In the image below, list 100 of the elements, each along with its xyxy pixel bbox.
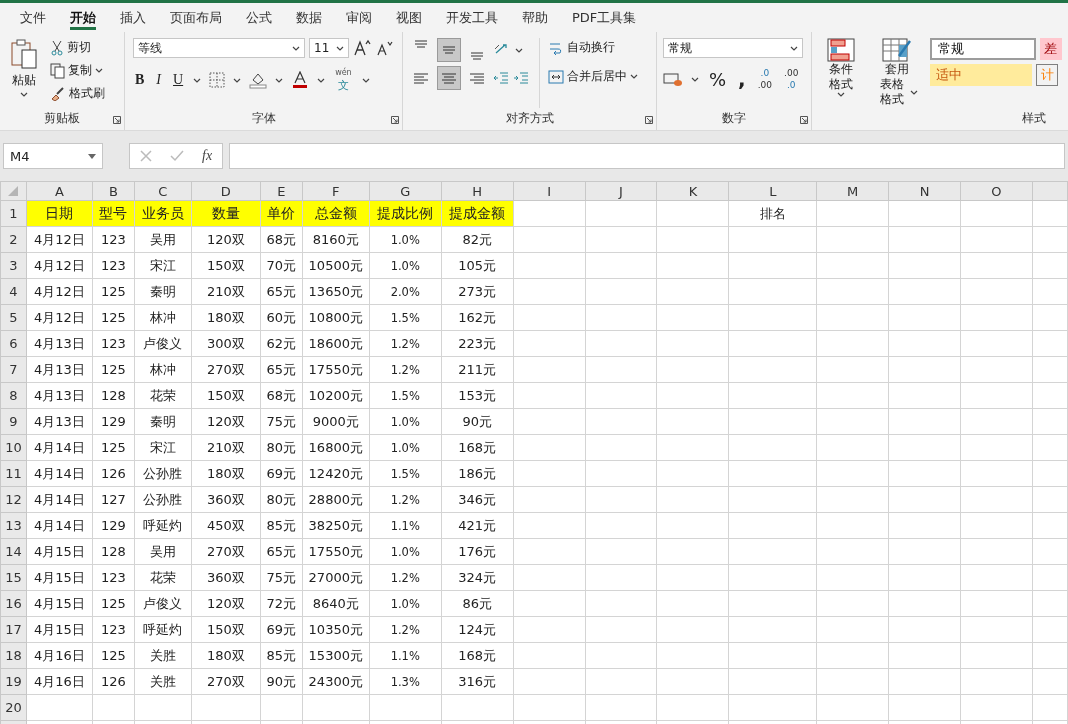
cut-button[interactable]: 剪切 [48,38,107,57]
table-cell: 呼延灼 [134,616,192,643]
column-header[interactable]: K [656,181,729,201]
increase-indent-icon[interactable] [513,70,529,86]
column-header[interactable]: D [191,181,261,201]
column-header[interactable]: C [134,181,192,201]
check-icon[interactable] [170,150,184,162]
row-header[interactable]: 3 [0,252,27,279]
column-header[interactable]: I [513,181,586,201]
merge-cells-icon [548,69,564,84]
name-box[interactable]: M4 [3,143,103,169]
ribbon-tab[interactable]: 视图 [384,3,434,32]
decrease-indent-icon[interactable] [493,70,509,86]
underline-button[interactable]: U [171,71,186,89]
insert-function-button[interactable]: fx [202,148,213,164]
comma-style-button[interactable]: , [736,66,748,92]
row-header[interactable]: 13 [0,512,27,539]
formula-input[interactable] [229,143,1065,169]
table-cell: 公孙胜 [134,460,192,487]
row-header[interactable]: 5 [0,304,27,331]
table-cell: 150双 [191,616,261,643]
ribbon-tab[interactable]: PDF工具集 [560,3,649,32]
column-header[interactable]: J [585,181,657,201]
select-all-icon[interactable] [8,185,19,196]
row-header[interactable]: 14 [0,538,27,565]
column-header[interactable]: M [816,181,889,201]
column-header[interactable]: H [441,181,514,201]
conditional-format-button[interactable]: 条件格式 [818,38,865,108]
table-cell: 18600元 [302,330,370,357]
cancel-icon[interactable] [140,150,152,162]
ribbon-tab[interactable]: 插入 [108,3,158,32]
row-header[interactable]: 19 [0,668,27,695]
align-center-button[interactable] [437,66,461,90]
merge-center-button[interactable]: 合并后居中 [546,67,640,86]
dialog-launcher-icon[interactable] [391,116,399,124]
column-header[interactable]: O [960,181,1033,201]
number-format-dropdown[interactable]: 常规 [663,38,803,58]
row-header[interactable]: 7 [0,356,27,383]
cell-style-button[interactable]: 常规 [930,38,1036,60]
row-header[interactable]: 17 [0,616,27,643]
format-as-table-button[interactable]: 套用 表格格式 [870,38,924,108]
ribbon-tab[interactable]: 开始 [58,3,108,32]
ribbon-tab[interactable]: 帮助 [510,3,560,32]
grow-font-icon[interactable] [353,39,371,57]
column-header[interactable]: B [92,181,135,201]
ribbon-tab[interactable]: 数据 [284,3,334,32]
column-header[interactable]: G [369,181,442,201]
table-cell: 卢俊义 [134,330,192,357]
row-header[interactable]: 9 [0,408,27,435]
column-header[interactable]: F [302,181,370,201]
table-cell: 1.2% [369,356,442,383]
table-cell: 1.0% [369,538,442,565]
row-header[interactable]: 15 [0,564,27,591]
ribbon-tab[interactable]: 文件 [8,3,58,32]
dialog-launcher-icon[interactable] [800,116,808,124]
scissors-icon [50,39,64,56]
increase-decimal-button[interactable]: .0 .00 [755,67,775,91]
row-header[interactable]: 1 [0,200,27,227]
borders-icon[interactable] [209,72,226,88]
bold-button[interactable]: B [133,71,147,89]
row-header[interactable]: 8 [0,382,27,409]
row-header[interactable]: 10 [0,434,27,461]
row-header[interactable]: 18 [0,642,27,669]
row-header[interactable]: 20 [0,694,27,721]
row-header[interactable]: 4 [0,278,27,305]
font-color-icon[interactable] [291,71,310,89]
copy-button[interactable]: 复制 [48,61,107,80]
italic-button[interactable]: I [154,71,163,89]
ribbon-tab[interactable]: 审阅 [334,3,384,32]
font-size-dropdown[interactable]: 11 [309,38,349,58]
table-cell: 宋江 [134,434,192,461]
column-header[interactable]: E [260,181,303,201]
fill-color-icon[interactable] [249,71,268,89]
row-header[interactable]: 12 [0,486,27,513]
dialog-launcher-icon[interactable] [645,116,653,124]
dialog-launcher-icon[interactable] [113,116,121,124]
ribbon-tab[interactable]: 页面布局 [158,3,234,32]
column-header[interactable]: L [728,181,817,201]
phonetic-button[interactable]: wén 文 [333,68,354,92]
column-header[interactable]: N [888,181,961,201]
align-middle-button[interactable] [437,38,461,62]
wrap-text-button[interactable]: 自动换行 [546,38,640,57]
column-header[interactable]: A [26,181,93,201]
shrink-font-icon[interactable] [375,39,393,57]
format-painter-button[interactable]: 格式刷 [48,84,107,103]
row-header[interactable]: 6 [0,330,27,357]
percent-button[interactable]: % [707,67,729,91]
table-cell: 4月14日 [26,486,93,513]
paste-button[interactable]: 粘贴 [6,38,42,108]
ribbon-tab[interactable]: 公式 [234,3,284,32]
row-header[interactable]: 2 [0,226,27,253]
table-cell: 223元 [441,330,514,357]
cell-style-button[interactable]: 适中 [930,64,1032,86]
ribbon-tab[interactable]: 开发工具 [434,3,510,32]
row-header[interactable]: 11 [0,460,27,487]
cell-style-button[interactable]: 差 [1040,38,1062,60]
row-header[interactable]: 16 [0,590,27,617]
table-cell: 4月16日 [26,642,93,669]
font-name-dropdown[interactable]: 等线 [133,38,305,58]
decrease-decimal-button[interactable]: .00 .0 [782,67,801,91]
